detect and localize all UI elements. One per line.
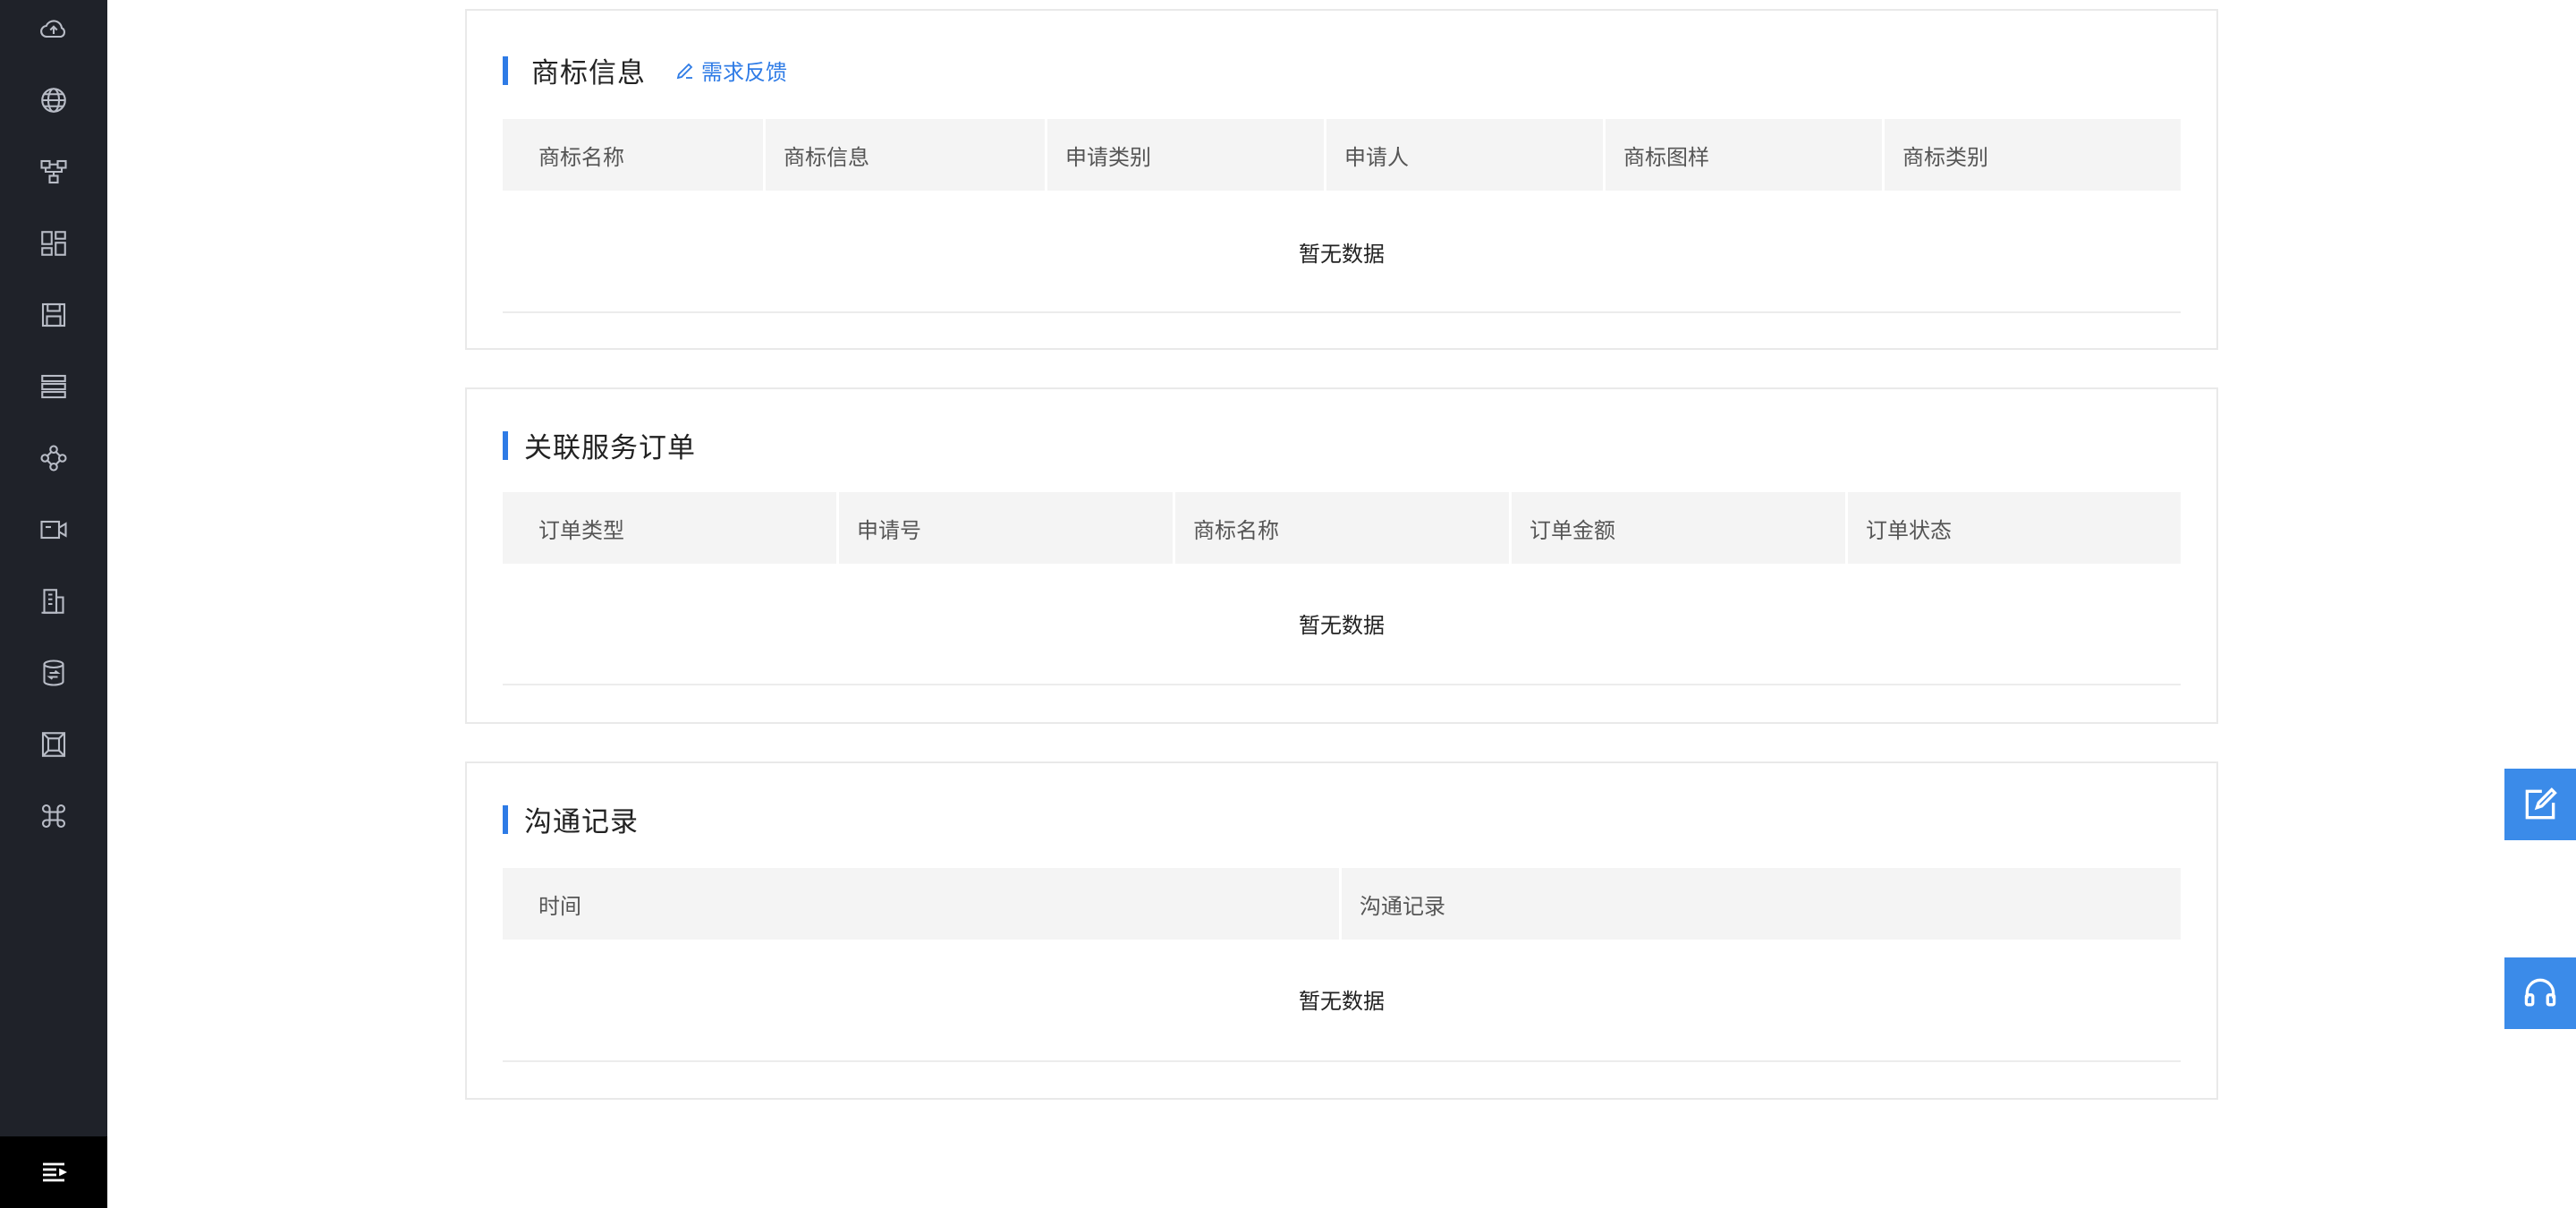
sidebar xyxy=(0,0,107,1208)
communication-title: 沟通记录 xyxy=(503,799,639,839)
column-header[interactable]: 商标类别 xyxy=(1885,119,2181,191)
edit-pencil-icon xyxy=(676,63,693,79)
globe-icon[interactable] xyxy=(0,73,107,127)
section-title: 沟通记录 xyxy=(524,806,639,838)
command-icon[interactable] xyxy=(0,789,107,843)
database-icon[interactable] xyxy=(0,646,107,700)
title-accent-bar xyxy=(503,804,508,834)
list-icon[interactable] xyxy=(0,360,107,413)
share-nodes-icon[interactable] xyxy=(0,431,107,485)
column-header[interactable]: 申请类别 xyxy=(1047,119,1326,191)
column-header[interactable]: 商标名称 xyxy=(1175,492,1512,564)
title-accent-bar xyxy=(503,430,508,460)
table-divider xyxy=(503,1060,2181,1062)
network-icon[interactable] xyxy=(0,145,107,199)
column-header[interactable]: 时间 xyxy=(503,868,1342,940)
column-header[interactable]: 商标名称 xyxy=(503,119,766,191)
save-icon[interactable] xyxy=(0,288,107,342)
orders-card: 关联服务订单 订单类型 申请号 商标名称 订单金额 订单状态 暂无数据 xyxy=(465,387,2218,724)
trademark-title: 商标信息 需求反馈 xyxy=(503,50,787,90)
empty-state-text: 暂无数据 xyxy=(1299,989,1385,1014)
column-header[interactable]: 申请人 xyxy=(1326,119,1606,191)
empty-state-text: 暂无数据 xyxy=(1299,613,1385,638)
column-header[interactable]: 申请号 xyxy=(839,492,1175,564)
dashboard-icon[interactable] xyxy=(0,217,107,270)
table-divider xyxy=(503,684,2181,685)
edit-icon xyxy=(2525,787,2557,820)
section-title: 商标信息 xyxy=(531,57,646,89)
orders-table-header: 订单类型 申请号 商标名称 订单金额 订单状态 xyxy=(503,492,2181,564)
orders-title: 关联服务订单 xyxy=(503,425,696,465)
headset-icon xyxy=(2524,978,2556,1007)
video-icon[interactable] xyxy=(0,503,107,557)
frame-icon[interactable] xyxy=(0,718,107,771)
menu-collapse-icon[interactable] xyxy=(0,1136,107,1208)
title-accent-bar xyxy=(503,55,508,85)
column-header[interactable]: 订单金额 xyxy=(1512,492,1848,564)
column-header[interactable]: 商标信息 xyxy=(766,119,1047,191)
column-header[interactable]: 订单类型 xyxy=(503,492,839,564)
column-header[interactable]: 沟通记录 xyxy=(1342,868,2181,940)
feedback-link[interactable]: 需求反馈 xyxy=(674,55,787,86)
cloud-upload-icon[interactable] xyxy=(0,2,107,55)
table-divider xyxy=(503,311,2181,313)
section-title: 关联服务订单 xyxy=(524,432,696,464)
edit-float-button[interactable] xyxy=(2504,769,2576,840)
trademark-card: 商标信息 需求反馈 商标名称 商标信息 申请类别 申请人 商标图样 商标类别 暂… xyxy=(465,9,2218,350)
empty-state-text: 暂无数据 xyxy=(1299,242,1385,267)
support-float-button[interactable] xyxy=(2504,957,2576,1029)
communication-card: 沟通记录 时间 沟通记录 暂无数据 xyxy=(465,761,2218,1100)
column-header[interactable]: 订单状态 xyxy=(1848,492,2181,564)
column-header[interactable]: 商标图样 xyxy=(1606,119,1885,191)
feedback-label: 需求反馈 xyxy=(701,60,787,85)
building-icon[interactable] xyxy=(0,574,107,628)
trademark-table-header: 商标名称 商标信息 申请类别 申请人 商标图样 商标类别 xyxy=(503,119,2181,191)
communication-table-header: 时间 沟通记录 xyxy=(503,868,2181,940)
